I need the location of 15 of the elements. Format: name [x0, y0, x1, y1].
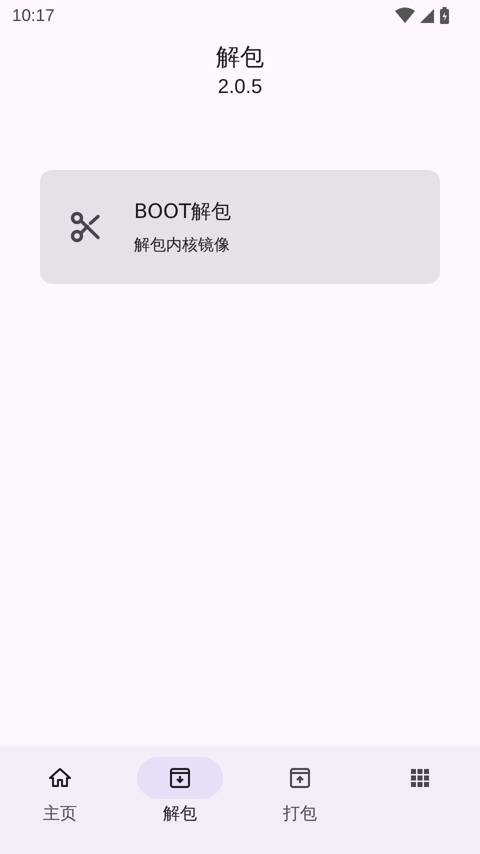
page-title: 解包: [216, 42, 264, 72]
version-number: 2.0.5: [218, 75, 262, 100]
nav-label[interactable]: 主页: [43, 802, 77, 825]
feature-card[interactable]: BOOT解包 解包内核镜像: [40, 170, 440, 284]
card-title: BOOT解包: [134, 198, 232, 225]
grid-icon: [408, 766, 432, 790]
nav-label[interactable]: 解包: [163, 802, 197, 825]
status-time: 10:17: [12, 6, 55, 26]
upload-box-icon: [288, 766, 312, 790]
download-box-icon: [168, 766, 192, 790]
nav-tab[interactable]: [137, 757, 223, 799]
battery-icon: [439, 6, 450, 26]
card-subtitle: 解包内核镜像: [134, 235, 230, 256]
nav-label[interactable]: 打包: [283, 802, 317, 825]
home-icon: [48, 766, 72, 790]
